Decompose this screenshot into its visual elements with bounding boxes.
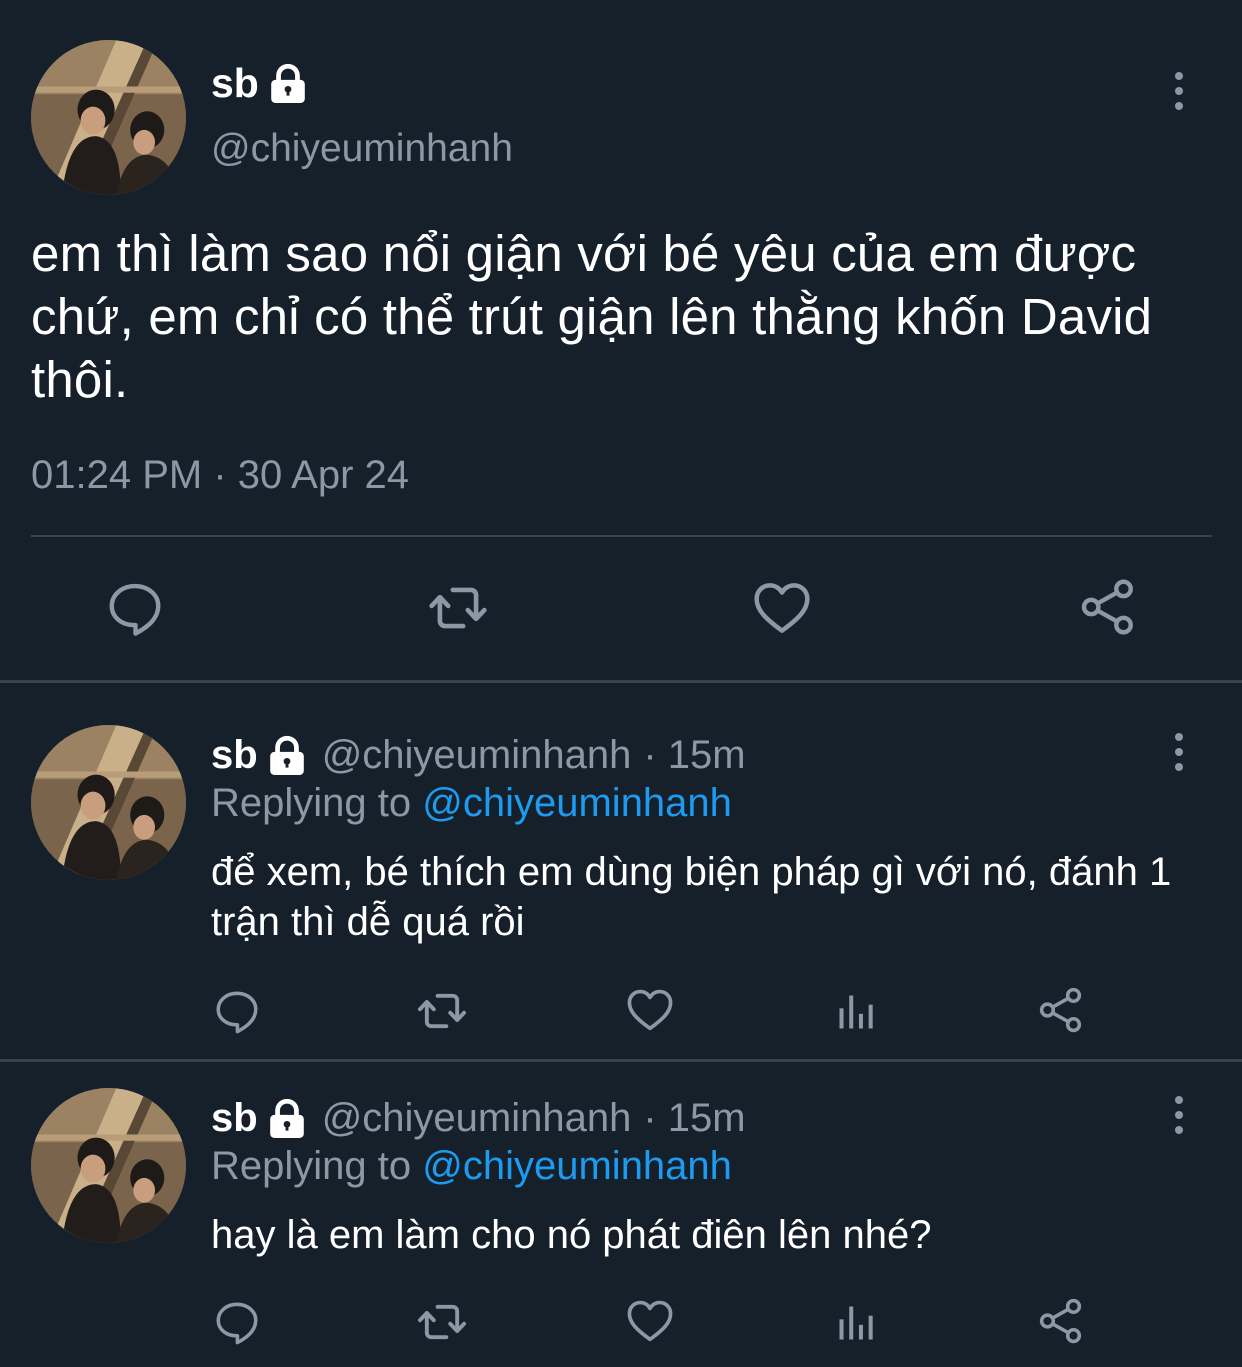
reply-icon[interactable] bbox=[104, 577, 166, 639]
more-options-icon[interactable] bbox=[1169, 1096, 1189, 1134]
reply-text: để xem, bé thích em dùng biện pháp gì vớ… bbox=[211, 850, 1172, 944]
like-icon[interactable] bbox=[624, 984, 676, 1036]
lock-icon bbox=[267, 62, 309, 104]
share-icon[interactable] bbox=[1077, 576, 1139, 638]
user-handle[interactable]: @chiyeuminhanh bbox=[211, 125, 513, 173]
retweet-icon[interactable] bbox=[424, 577, 492, 639]
retweet-icon[interactable] bbox=[414, 985, 470, 1037]
tweet-text: em thì làm sao nổi giận với bé yêu của e… bbox=[31, 225, 1153, 408]
like-icon[interactable] bbox=[750, 576, 814, 640]
display-name[interactable]: sb bbox=[211, 730, 258, 780]
mention-link[interactable]: @chiyeuminhanh bbox=[422, 781, 732, 825]
replying-to: Replying to @chiyeuminhanh bbox=[211, 1141, 732, 1191]
reply-time[interactable]: · 15m bbox=[643, 1093, 745, 1143]
replying-prefix: Replying to bbox=[211, 781, 412, 825]
avatar[interactable] bbox=[31, 725, 186, 880]
user-handle[interactable]: @chiyeuminhanh bbox=[322, 1093, 632, 1143]
display-name-label: sb bbox=[211, 60, 259, 106]
analytics-icon[interactable] bbox=[834, 1301, 878, 1345]
tweet-thread: sb @chiyeuminhanh em thì làm sao nổi giậ… bbox=[0, 0, 1242, 1367]
more-options-icon[interactable] bbox=[1169, 733, 1189, 771]
avatar[interactable] bbox=[31, 40, 186, 195]
reply-header: sb @chiyeuminhanh · 15m bbox=[211, 1093, 746, 1143]
mention-link[interactable]: @chiyeuminhanh bbox=[422, 1144, 732, 1188]
divider bbox=[0, 1059, 1242, 1062]
replying-to: Replying to @chiyeuminhanh bbox=[211, 778, 732, 828]
analytics-icon[interactable] bbox=[834, 990, 878, 1034]
reply-time[interactable]: · 15m bbox=[643, 730, 745, 780]
share-icon[interactable] bbox=[1036, 985, 1086, 1035]
replying-prefix: Replying to bbox=[211, 1144, 412, 1188]
divider bbox=[31, 535, 1212, 537]
lock-icon bbox=[266, 1097, 308, 1139]
display-name[interactable]: sb bbox=[211, 1093, 258, 1143]
tweet-timestamp[interactable]: 01:24 PM · 30 Apr 24 bbox=[31, 450, 409, 500]
retweet-icon[interactable] bbox=[414, 1296, 470, 1348]
reply-icon[interactable] bbox=[212, 986, 262, 1036]
like-icon[interactable] bbox=[624, 1295, 676, 1347]
more-options-icon[interactable] bbox=[1169, 72, 1189, 110]
reply-text: hay là em làm cho nó phát điên lên nhé? bbox=[211, 1213, 932, 1257]
reply-header: sb @chiyeuminhanh · 15m bbox=[211, 730, 746, 780]
share-icon[interactable] bbox=[1036, 1296, 1086, 1346]
reply-icon[interactable] bbox=[212, 1297, 262, 1347]
lock-icon bbox=[266, 734, 308, 776]
display-name[interactable]: sb bbox=[211, 58, 309, 108]
user-handle[interactable]: @chiyeuminhanh bbox=[322, 730, 632, 780]
divider bbox=[0, 680, 1242, 683]
avatar[interactable] bbox=[31, 1088, 186, 1243]
